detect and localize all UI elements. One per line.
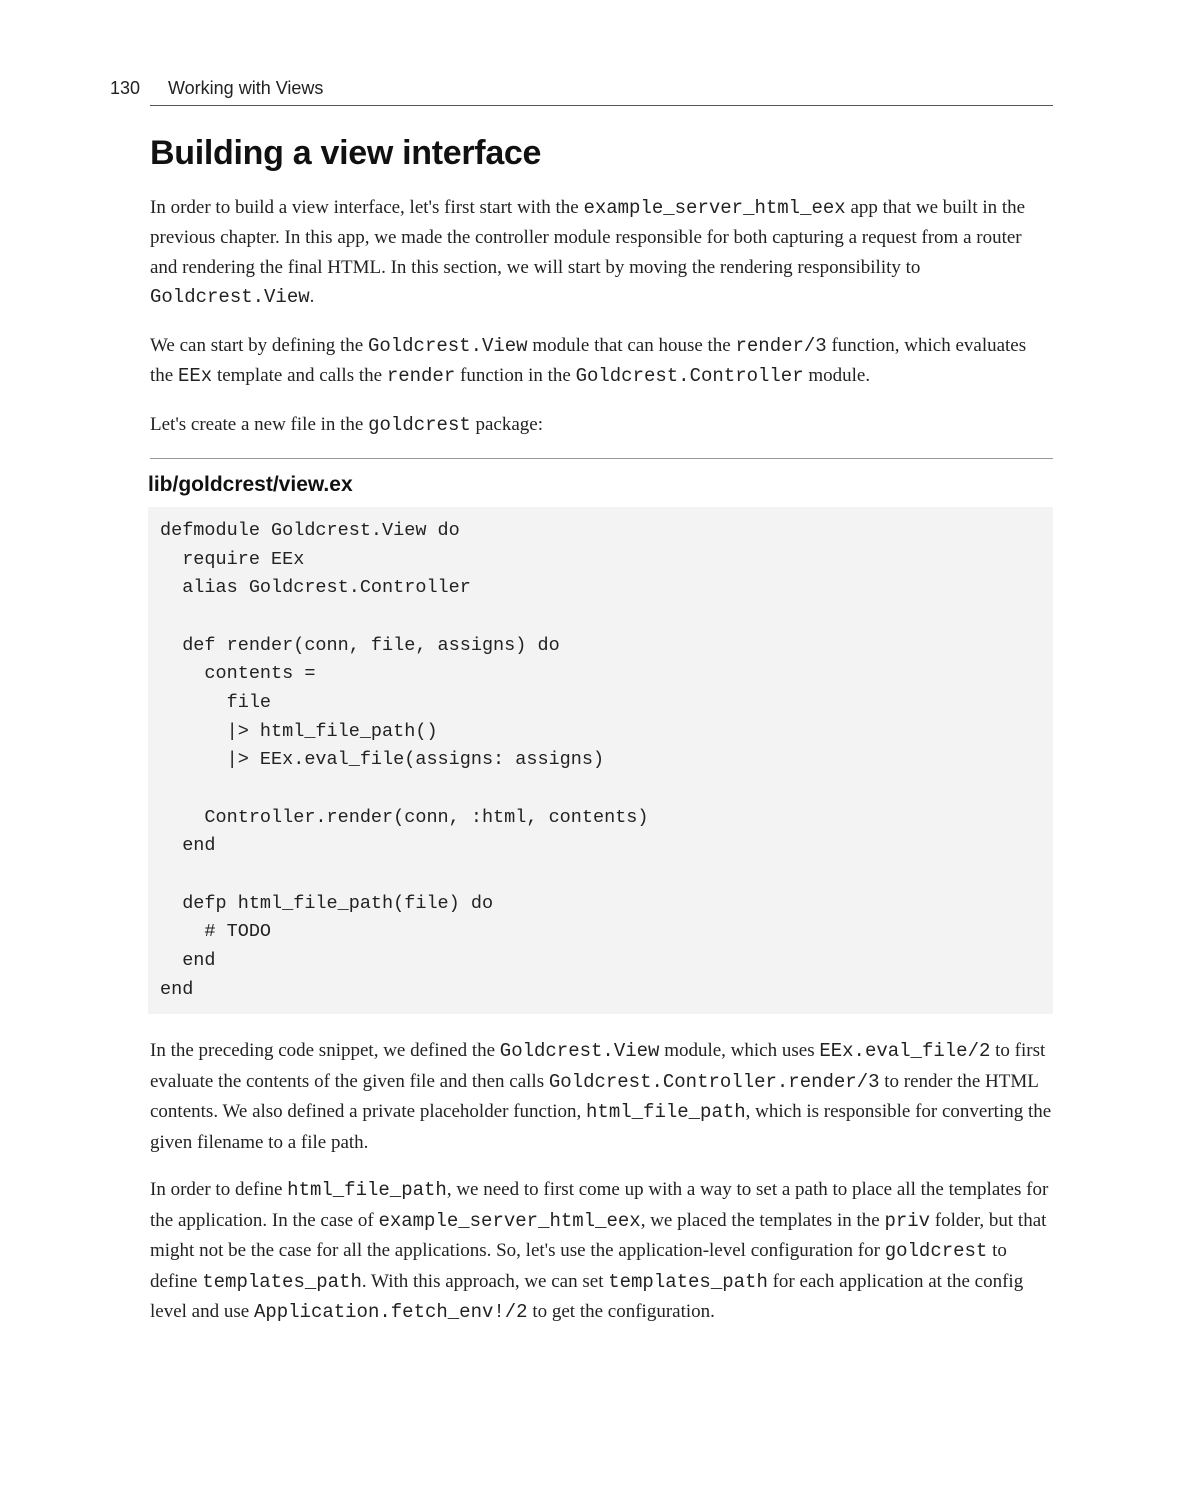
code-inline: templates_path <box>608 1271 768 1293</box>
code-inline: example_server_html_eex <box>378 1210 640 1232</box>
code-inline: templates_path <box>202 1271 362 1293</box>
text: Let's create a new file in the <box>150 414 368 435</box>
chapter-title: Working with Views <box>168 78 323 99</box>
code-inline: Goldcrest.Controller.render/3 <box>549 1071 880 1093</box>
paragraph-4: In the preceding code snippet, we define… <box>150 1036 1053 1157</box>
page-header: 130 Working with Views <box>100 78 1053 99</box>
code-inline: html_file_path <box>586 1101 746 1123</box>
code-inline: Goldcrest.View <box>368 335 528 357</box>
code-inline: render <box>387 365 455 387</box>
code-inline: Goldcrest.View <box>150 286 310 308</box>
code-inline: priv <box>884 1210 930 1232</box>
text: . <box>310 286 315 307</box>
code-inline: EEx.eval_file/2 <box>819 1040 990 1062</box>
paragraph-3: Let's create a new file in the goldcrest… <box>150 410 1053 440</box>
section-title: Building a view interface <box>150 134 1053 173</box>
code-inline: Goldcrest.Controller <box>576 365 804 387</box>
text: In order to define <box>150 1179 287 1200</box>
text: package: <box>471 414 543 435</box>
code-file-path: lib/goldcrest/view.ex <box>148 473 1053 497</box>
section-rule <box>150 458 1053 459</box>
paragraph-5: In order to define html_file_path, we ne… <box>150 1175 1053 1327</box>
code-inline: example_server_html_eex <box>583 197 845 219</box>
paragraph-2: We can start by defining the Goldcrest.V… <box>150 331 1053 392</box>
text: In the preceding code snippet, we define… <box>150 1040 500 1061</box>
text: , we placed the templates in the <box>641 1210 885 1231</box>
text: module. <box>804 365 871 386</box>
text: We can start by defining the <box>150 335 368 356</box>
code-inline: goldcrest <box>885 1240 988 1262</box>
text: module that can house the <box>528 335 736 356</box>
content-area: Building a view interface In order to bu… <box>150 134 1053 1327</box>
code-inline: EEx <box>178 365 212 387</box>
text: module, which uses <box>659 1040 819 1061</box>
text: function in the <box>455 365 575 386</box>
code-inline: goldcrest <box>368 414 471 436</box>
code-inline: html_file_path <box>287 1179 447 1201</box>
header-rule <box>150 105 1053 106</box>
text: to get the configuration. <box>528 1301 715 1322</box>
paragraph-1: In order to build a view interface, let'… <box>150 193 1053 313</box>
code-inline: Goldcrest.View <box>500 1040 660 1062</box>
code-block: defmodule Goldcrest.View do require EEx … <box>148 507 1053 1014</box>
page-container: 130 Working with Views Building a view i… <box>0 0 1203 1405</box>
text: template and calls the <box>212 365 387 386</box>
text: In order to build a view interface, let'… <box>150 197 583 218</box>
page-number: 130 <box>100 78 140 99</box>
text: . With this approach, we can set <box>362 1271 608 1292</box>
code-inline: Application.fetch_env!/2 <box>254 1301 528 1323</box>
code-inline: render/3 <box>735 335 826 357</box>
